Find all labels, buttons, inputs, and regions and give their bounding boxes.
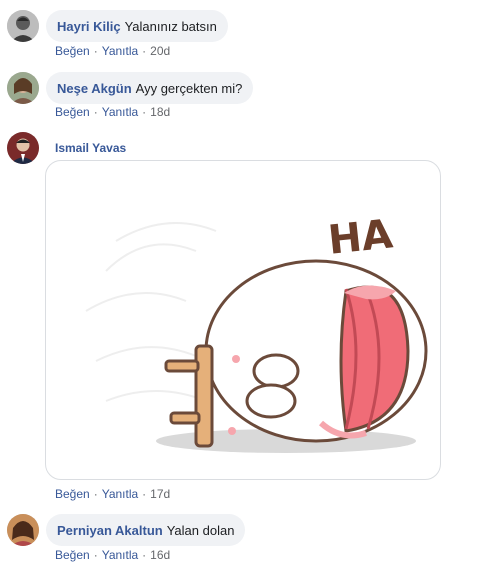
separator: · — [93, 44, 98, 58]
comment-actions: Beğen · Yanıtla · 17d — [55, 487, 170, 501]
separator: · — [142, 44, 147, 58]
comment-bubble: Hayri Kiliç Yalanınız batsın — [46, 10, 228, 42]
comment-timestamp[interactable]: 17d — [150, 487, 170, 501]
user-avatar[interactable] — [7, 514, 39, 546]
separator: · — [142, 548, 147, 562]
comment-bubble: Neşe Akgün Ayy gerçekten mi? — [46, 72, 254, 104]
like-button[interactable]: Beğen — [55, 44, 90, 58]
user-avatar[interactable] — [7, 132, 39, 164]
comment-actions: Beğen · Yanıtla · 20d — [55, 44, 170, 58]
user-avatar[interactable] — [7, 10, 39, 42]
comment-text: Yalanınız batsın — [124, 18, 217, 34]
comment-actions: Beğen · Yanıtla · 18d — [55, 105, 170, 119]
separator: · — [142, 487, 147, 501]
comment-author[interactable]: Hayri Kiliç — [57, 19, 121, 34]
reply-button[interactable]: Yanıtla — [102, 44, 138, 58]
comment-timestamp[interactable]: 16d — [150, 548, 170, 562]
sticker-text: HA — [326, 211, 395, 263]
reply-button[interactable]: Yanıtla — [102, 548, 138, 562]
comment-text: Yalan dolan — [166, 522, 235, 538]
separator: · — [93, 105, 98, 119]
separator: · — [142, 105, 147, 119]
separator: · — [93, 548, 98, 562]
reply-button[interactable]: Yanıtla — [102, 105, 138, 119]
reply-button[interactable]: Yanıtla — [102, 487, 138, 501]
comment-timestamp[interactable]: 18d — [150, 105, 170, 119]
comment-text: Ayy gerçekten mi? — [135, 80, 243, 96]
sticker-image: HA — [85, 211, 428, 453]
like-button[interactable]: Beğen — [55, 548, 90, 562]
like-button[interactable]: Beğen — [55, 105, 90, 119]
user-avatar[interactable] — [7, 72, 39, 104]
comment-timestamp[interactable]: 20d — [150, 44, 170, 58]
like-button[interactable]: Beğen — [55, 487, 90, 501]
comment-author[interactable]: Neşe Akgün — [57, 81, 132, 96]
comment-bubble: Perniyan Akaltun Yalan dolan — [46, 514, 246, 546]
separator: · — [93, 487, 98, 501]
comment-author[interactable]: Perniyan Akaltun — [57, 523, 163, 538]
comment-author[interactable]: Ismail Yavas — [55, 141, 126, 155]
comment-actions: Beğen · Yanıtla · 16d — [55, 548, 170, 562]
sticker-attachment[interactable]: HA — [45, 160, 441, 480]
